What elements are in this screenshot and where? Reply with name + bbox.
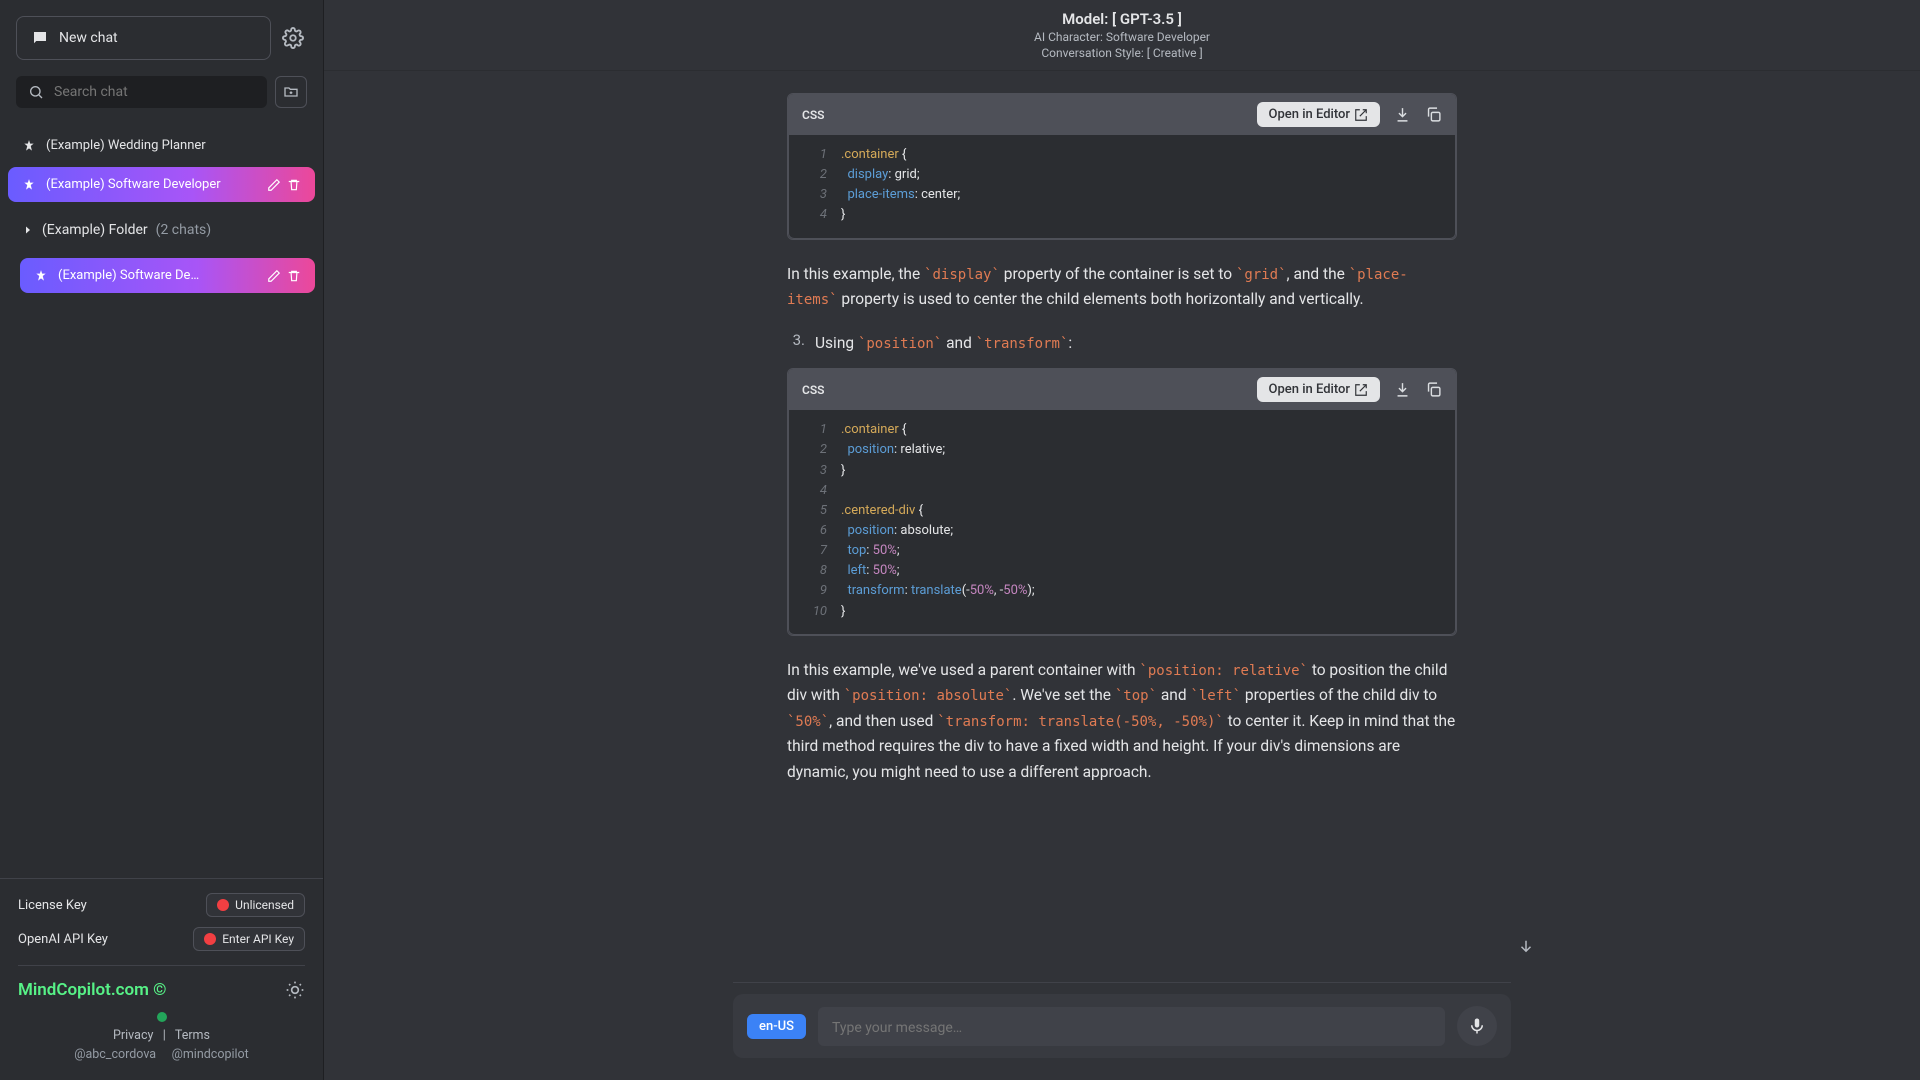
- sidebar-folder[interactable]: (Example) Folder (2 chats): [8, 212, 315, 248]
- license-badge[interactable]: Unlicensed: [206, 893, 305, 917]
- alert-dot-icon: [217, 899, 229, 911]
- list-item: 3. Using `position` and `transform`:: [787, 331, 1457, 357]
- terms-link[interactable]: Terms: [175, 1028, 210, 1043]
- code-block: CSS Open in Editor 1.container { 2 displ…: [787, 93, 1457, 240]
- sidebar-item-software-developer[interactable]: (Example) Software Developer: [8, 167, 315, 202]
- folder-count: (2 chats): [156, 222, 211, 238]
- new-chat-button[interactable]: New chat: [16, 16, 271, 60]
- open-in-editor-button[interactable]: Open in Editor: [1257, 377, 1381, 402]
- sidebar-item-software-developer-nested[interactable]: (Example) Software De…: [20, 258, 315, 293]
- code-content: 1.container { 2 display: grid; 3 place-i…: [788, 135, 1456, 239]
- privacy-link[interactable]: Privacy: [113, 1028, 153, 1043]
- scroll-to-bottom-button[interactable]: [1512, 932, 1540, 960]
- download-icon[interactable]: [1394, 106, 1411, 123]
- list-number: 3.: [787, 331, 805, 357]
- sidebar-item-label: (Example) Software Developer: [46, 177, 221, 192]
- theme-toggle-button[interactable]: [285, 980, 305, 1000]
- delete-icon[interactable]: [287, 178, 301, 192]
- new-chat-label: New chat: [59, 30, 118, 46]
- style-label: Conversation Style: [ Creative ]: [324, 46, 1920, 60]
- microphone-button[interactable]: [1457, 1006, 1497, 1046]
- language-selector[interactable]: en-US: [747, 1014, 806, 1039]
- sidebar-item-wedding-planner[interactable]: (Example) Wedding Planner: [8, 128, 315, 163]
- search-chat-field[interactable]: [54, 84, 255, 100]
- folder-label: (Example) Folder: [42, 222, 148, 238]
- model-label: Model: [ GPT-3.5 ]: [324, 10, 1920, 28]
- sidebar-item-label: (Example) Wedding Planner: [46, 138, 206, 153]
- settings-button[interactable]: [279, 24, 307, 52]
- message-input[interactable]: [818, 1007, 1445, 1046]
- license-key-label: License Key: [18, 898, 87, 913]
- pin-icon: [34, 269, 48, 283]
- copy-icon[interactable]: [1425, 381, 1442, 398]
- api-key-label: OpenAI API Key: [18, 932, 108, 947]
- character-label: AI Character: Software Developer: [324, 30, 1920, 44]
- pin-icon: [22, 178, 36, 192]
- code-content: 1.container { 2 position: relative; 3} 4…: [788, 410, 1456, 634]
- handle-product[interactable]: @mindcopilot: [172, 1047, 249, 1062]
- chat-bubble-icon: [31, 29, 49, 47]
- status-indicator: [157, 1012, 167, 1022]
- copy-icon[interactable]: [1425, 106, 1442, 123]
- open-in-editor-button[interactable]: Open in Editor: [1257, 102, 1381, 127]
- brand-link[interactable]: MindCopilot.com ©: [18, 980, 166, 1000]
- delete-icon[interactable]: [287, 269, 301, 283]
- search-icon: [28, 84, 44, 100]
- handle-author[interactable]: @abc_cordova: [74, 1047, 156, 1062]
- message-field[interactable]: [832, 1020, 1431, 1036]
- explanation-paragraph: In this example, the `display` property …: [787, 262, 1457, 313]
- pin-icon: [22, 139, 36, 153]
- edit-icon[interactable]: [267, 178, 281, 192]
- explanation-paragraph: In this example, we've used a parent con…: [787, 658, 1457, 786]
- chevron-right-icon: [22, 224, 34, 236]
- code-language-label: CSS: [802, 383, 825, 397]
- download-icon[interactable]: [1394, 381, 1411, 398]
- code-block: CSS Open in Editor 1.container { 2 posit…: [787, 368, 1457, 635]
- alert-dot-icon: [204, 933, 216, 945]
- edit-icon[interactable]: [267, 269, 281, 283]
- message-input-bar: en-US: [733, 994, 1511, 1058]
- chat-header: Model: [ GPT-3.5 ] AI Character: Softwar…: [324, 0, 1920, 71]
- search-chat-input[interactable]: [16, 76, 267, 108]
- sidebar-item-label: (Example) Software De…: [58, 268, 199, 283]
- code-language-label: CSS: [802, 108, 825, 122]
- api-key-badge[interactable]: Enter API Key: [193, 927, 305, 951]
- new-folder-button[interactable]: [275, 76, 307, 108]
